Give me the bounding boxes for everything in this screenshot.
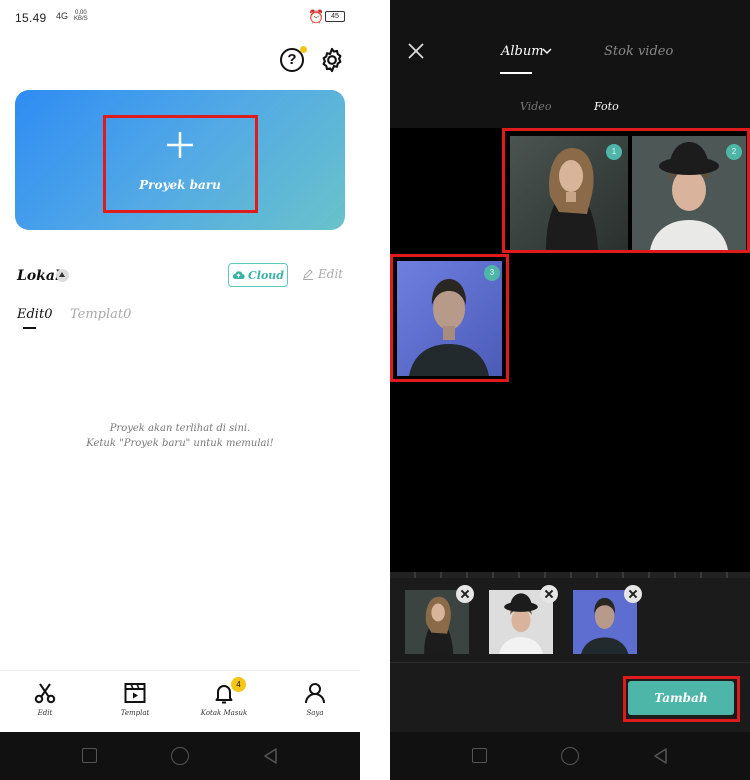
system-nav-bar xyxy=(390,732,750,780)
nav-label-profile: Saya xyxy=(306,709,324,717)
home-screen: 15.49 4G 0,00 KB/S ⏰ 45 ? Proyek baru Lok… xyxy=(0,0,360,780)
gear-icon[interactable] xyxy=(318,46,346,74)
recents-icon[interactable] xyxy=(82,748,97,763)
home-icon[interactable] xyxy=(171,747,189,765)
selected-media-tray xyxy=(390,578,750,662)
tab-active-indicator xyxy=(23,327,36,329)
pencil-icon xyxy=(303,269,313,280)
highlight-box-photos-row xyxy=(502,128,750,253)
battery-indicator: 45 xyxy=(325,11,345,22)
back-icon[interactable] xyxy=(652,747,670,765)
caret-up-icon[interactable] xyxy=(56,269,69,282)
cloud-label: Cloud xyxy=(248,268,284,282)
cloud-upload-icon xyxy=(232,271,245,280)
tab-edit[interactable]: Edit0 xyxy=(17,307,52,322)
nav-item-edit[interactable]: Edit xyxy=(10,681,80,717)
notification-badge: 4 xyxy=(231,677,246,692)
alarm-icon: ⏰ xyxy=(308,9,325,24)
nav-item-profile[interactable]: Saya xyxy=(280,681,350,717)
system-nav-bar xyxy=(0,732,360,780)
nav-item-inbox[interactable]: 4 Kotak Masuk xyxy=(189,677,259,717)
tab-active-indicator xyxy=(500,72,532,74)
close-icon[interactable] xyxy=(407,42,425,60)
person-icon xyxy=(305,683,325,704)
empty-state-message: Proyek akan terlihat di sini. Ketuk "Pro… xyxy=(86,423,274,449)
media-picker-screen: Album Stok video Video Foto 1 2 3 Tambah xyxy=(390,0,750,780)
back-icon[interactable] xyxy=(262,747,280,765)
chevron-down-icon[interactable] xyxy=(542,47,552,55)
picker-header: Album Stok video Video Foto xyxy=(390,0,750,128)
section-title: Lokal xyxy=(17,268,61,284)
scissors-icon xyxy=(34,683,56,704)
signal-indicator: 4G xyxy=(56,11,69,21)
status-bar: 15.49 4G 0,00 KB/S ⏰ 45 xyxy=(0,0,360,36)
tab-templat[interactable]: Templat0 xyxy=(70,307,131,322)
highlight-box-add-button xyxy=(623,676,740,722)
subtab-foto[interactable]: Foto xyxy=(594,100,619,113)
edit-label: Edit xyxy=(318,267,344,281)
status-time: 15.49 xyxy=(15,11,47,25)
highlight-box-new-project xyxy=(103,115,258,213)
tab-stock-video[interactable]: Stok video xyxy=(604,44,673,59)
nav-item-templat[interactable]: Templat xyxy=(100,681,170,717)
network-speed: 0,00 KB/S xyxy=(74,10,88,22)
remove-selected-2-icon[interactable] xyxy=(540,585,558,603)
tab-album[interactable]: Album xyxy=(501,44,544,59)
notification-dot xyxy=(300,46,307,53)
home-icon[interactable] xyxy=(561,747,579,765)
recents-icon[interactable] xyxy=(472,748,487,763)
clapper-icon xyxy=(124,683,146,703)
nav-label-templat: Templat xyxy=(120,709,150,717)
remove-selected-3-icon[interactable] xyxy=(624,585,642,603)
edit-button[interactable]: Edit xyxy=(302,267,343,281)
subtab-video[interactable]: Video xyxy=(520,100,551,113)
nav-label-edit: Edit xyxy=(37,709,53,717)
bottom-navigation: Edit Templat 4 Kotak Masuk Saya xyxy=(0,670,360,732)
cloud-button[interactable]: Cloud xyxy=(228,263,288,287)
remove-selected-1-icon[interactable] xyxy=(456,585,474,603)
nav-label-inbox: Kotak Masuk xyxy=(200,709,248,717)
highlight-box-photo-3 xyxy=(390,254,509,382)
